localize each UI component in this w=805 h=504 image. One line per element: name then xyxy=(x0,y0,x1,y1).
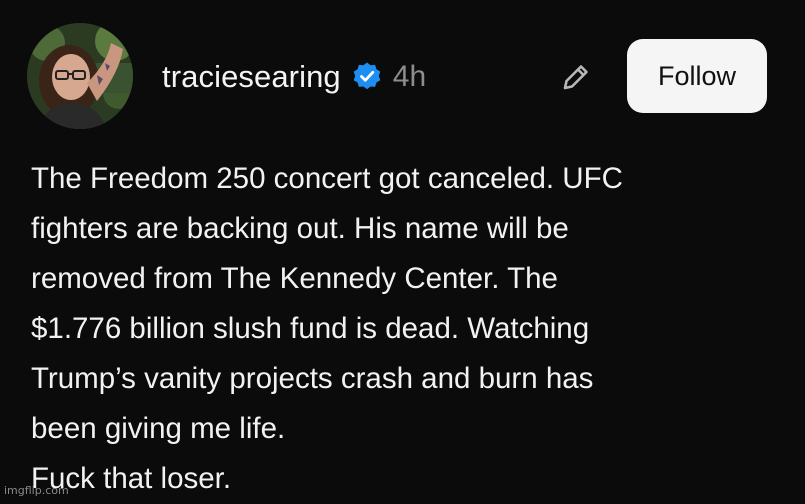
pencil-icon xyxy=(563,65,588,90)
user-row: traciesearing 4h xyxy=(162,54,426,100)
follow-button[interactable]: Follow xyxy=(627,39,767,113)
avatar-image xyxy=(27,23,133,129)
timestamp: 4h xyxy=(392,60,427,93)
avatar[interactable] xyxy=(27,23,133,129)
verified-badge-icon xyxy=(351,61,383,93)
username[interactable]: traciesearing xyxy=(162,59,341,95)
edit-button[interactable] xyxy=(555,56,597,98)
post-text: The Freedom 250 concert got canceled. UF… xyxy=(31,162,623,495)
post-card: traciesearing 4h Follow The Freedom 250 … xyxy=(0,0,805,500)
watermark: imgflip.com xyxy=(4,484,69,497)
